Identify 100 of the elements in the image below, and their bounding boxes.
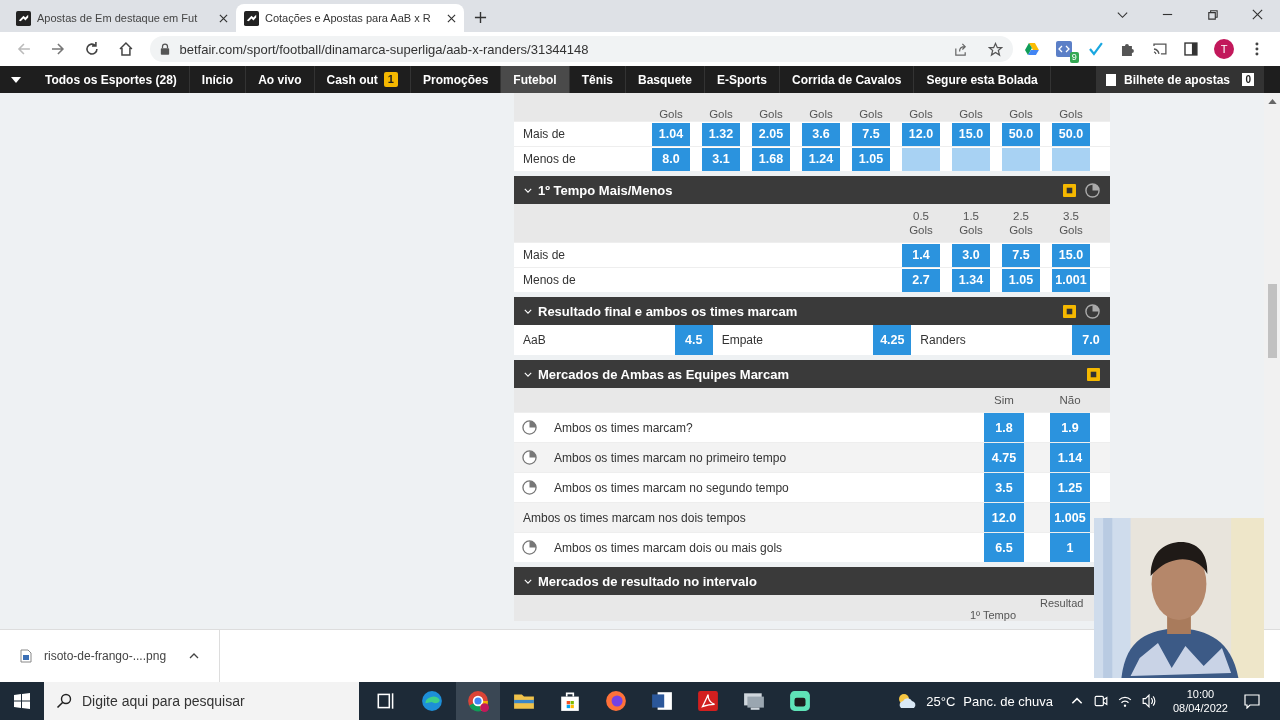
odds-button[interactable]: 1.34 <box>952 268 990 292</box>
odds-button[interactable]: 50.0 <box>1052 122 1090 146</box>
betslip-label: Bilhete de apostas <box>1124 72 1232 87</box>
chevron-down-icon <box>524 308 532 314</box>
odds-button[interactable]: 3.5 <box>984 473 1024 502</box>
word-icon[interactable] <box>651 690 673 712</box>
odds-button[interactable]: 4.25 <box>873 325 912 355</box>
chat-app-icon[interactable] <box>789 690 811 712</box>
browser-tab[interactable]: Apostas de Em destaque em Fut <box>8 4 236 32</box>
cast-icon[interactable] <box>1151 41 1168 57</box>
nav-tab[interactable]: Todos os Esportes (28) <box>33 66 190 93</box>
firefox-icon[interactable] <box>605 690 627 712</box>
chevron-down-icon <box>524 578 532 584</box>
chevron-up-icon[interactable] <box>189 653 199 659</box>
odds-button[interactable]: 3.6 <box>802 122 840 146</box>
odds-button[interactable]: 1.4 <box>902 243 940 267</box>
odds-button[interactable]: 1.005 <box>1050 503 1090 532</box>
betslip-panel[interactable]: Bilhete de apostas 0 <box>1096 66 1264 93</box>
scroll-up-icon[interactable] <box>1267 99 1277 104</box>
notification-icon[interactable] <box>1244 693 1260 709</box>
column-header: Sim <box>993 394 1015 406</box>
close-icon[interactable] <box>447 13 456 23</box>
scrollbar-thumb[interactable] <box>1267 284 1277 358</box>
odds-button[interactable]: 4.75 <box>984 443 1024 472</box>
odds-button[interactable]: 1.68 <box>752 147 790 171</box>
goal-unit: Gols <box>959 223 983 237</box>
odds-button[interactable]: 7.0 <box>1072 325 1110 355</box>
odds-button[interactable]: 1 <box>1050 533 1090 562</box>
odds-button[interactable]: 2.7 <box>902 268 940 292</box>
goal-unit: Gols <box>759 107 783 121</box>
market-header[interactable]: Mercados de resultado no intervalo <box>514 567 1094 595</box>
meet-icon[interactable] <box>1093 694 1108 708</box>
profile-avatar[interactable]: T <box>1214 39 1235 59</box>
odds-button[interactable]: 4.5 <box>674 325 713 355</box>
caret-icon[interactable] <box>11 76 21 83</box>
market-header[interactable]: 1º Tempo Mais/Menos <box>514 176 1110 204</box>
side-panel-icon[interactable] <box>1183 41 1200 57</box>
odds-button[interactable]: 1.001 <box>1052 268 1090 292</box>
store-bag-icon[interactable] <box>559 690 581 712</box>
odds-button[interactable]: 3.0 <box>952 243 990 267</box>
betfair-icon <box>244 10 259 26</box>
reload-icon[interactable] <box>83 41 100 57</box>
plus-icon[interactable] <box>474 11 487 24</box>
share-icon[interactable] <box>952 41 968 57</box>
nav-tab[interactable]: Ao vivo <box>246 66 315 93</box>
wifi-icon[interactable] <box>1117 694 1132 708</box>
forward-icon[interactable] <box>49 41 66 57</box>
lock-icon <box>159 43 170 55</box>
market-header[interactable]: Mercados de Ambas as Equipes Marcam <box>514 360 1110 388</box>
row-label: Menos de <box>522 152 577 166</box>
edge-icon[interactable] <box>421 690 443 712</box>
code-extension-icon[interactable] <box>1055 41 1072 57</box>
close-icon[interactable] <box>1251 8 1264 21</box>
odds-button[interactable]: 7.5 <box>1002 243 1040 267</box>
odds-button[interactable]: 15.0 <box>952 122 990 146</box>
restore-icon[interactable] <box>1206 8 1219 21</box>
odds-button[interactable]: 1.05 <box>852 147 890 171</box>
odds-button[interactable]: 1.25 <box>1050 473 1090 502</box>
home-icon[interactable] <box>117 41 134 57</box>
checkmark-icon[interactable] <box>1087 41 1104 57</box>
nav-tab[interactable]: Cash out 1 <box>314 66 411 93</box>
triangle-icon[interactable] <box>1023 41 1040 57</box>
market-header[interactable]: Resultado final e ambos os times marcam <box>514 297 1110 325</box>
goal-unit: Gols <box>959 107 983 121</box>
nav-tab[interactable]: Início <box>189 66 247 93</box>
odds-button[interactable]: 1.24 <box>802 147 840 171</box>
address-field[interactable]: betfair.com/sport/football/dinamarca-superliga/aab-x-randers/31344148 <box>149 36 1013 62</box>
nav-tab[interactable]: Futebol <box>501 66 570 93</box>
odds-button[interactable]: 3.1 <box>702 147 740 171</box>
volume-icon[interactable] <box>1141 694 1156 708</box>
odds-button[interactable]: 8.0 <box>652 147 690 171</box>
odds-button[interactable]: 1.32 <box>702 122 740 146</box>
odds-button[interactable]: 1.8 <box>984 413 1024 442</box>
odds-button[interactable]: 6.5 <box>984 533 1024 562</box>
odds-button[interactable]: 7.5 <box>852 122 890 146</box>
star-icon[interactable] <box>987 41 1003 57</box>
row-label: Ambos os times marcam no segundo tempo <box>553 479 790 497</box>
goal-unit: Gols <box>1009 223 1033 237</box>
close-icon[interactable] <box>219 13 228 23</box>
odds-button[interactable]: 12.0 <box>902 122 940 146</box>
browser-tab[interactable]: Cotações e Apostas para AaB x R <box>236 4 464 32</box>
row-label: Ambos os times marcam? <box>553 419 694 437</box>
monitor-icon[interactable] <box>743 690 765 712</box>
odds-button[interactable]: 2.05 <box>752 122 790 146</box>
odds-button[interactable]: 1.04 <box>652 122 690 146</box>
goal-line: 3.5 <box>1063 209 1079 223</box>
pdf-icon[interactable] <box>697 690 719 712</box>
odds-button[interactable]: 12.0 <box>984 503 1024 532</box>
chrome-icon[interactable] <box>467 690 489 712</box>
odds-button[interactable]: 1.05 <box>1002 268 1040 292</box>
goal-line: 2.5 <box>1013 209 1029 223</box>
puzzle-icon[interactable] <box>1119 41 1136 57</box>
taskbar-search-field[interactable]: Digite aqui para pesquisar <box>44 682 359 720</box>
windows-start-icon[interactable] <box>14 693 30 709</box>
clock-time: 10:00 <box>1186 687 1215 701</box>
row-label: Menos de <box>522 273 577 287</box>
odds-button[interactable]: 15.0 <box>1052 243 1090 267</box>
odds-button[interactable]: 1.14 <box>1050 443 1090 472</box>
odds-button[interactable]: 50.0 <box>1002 122 1040 146</box>
odds-button[interactable]: 1.9 <box>1050 413 1090 442</box>
